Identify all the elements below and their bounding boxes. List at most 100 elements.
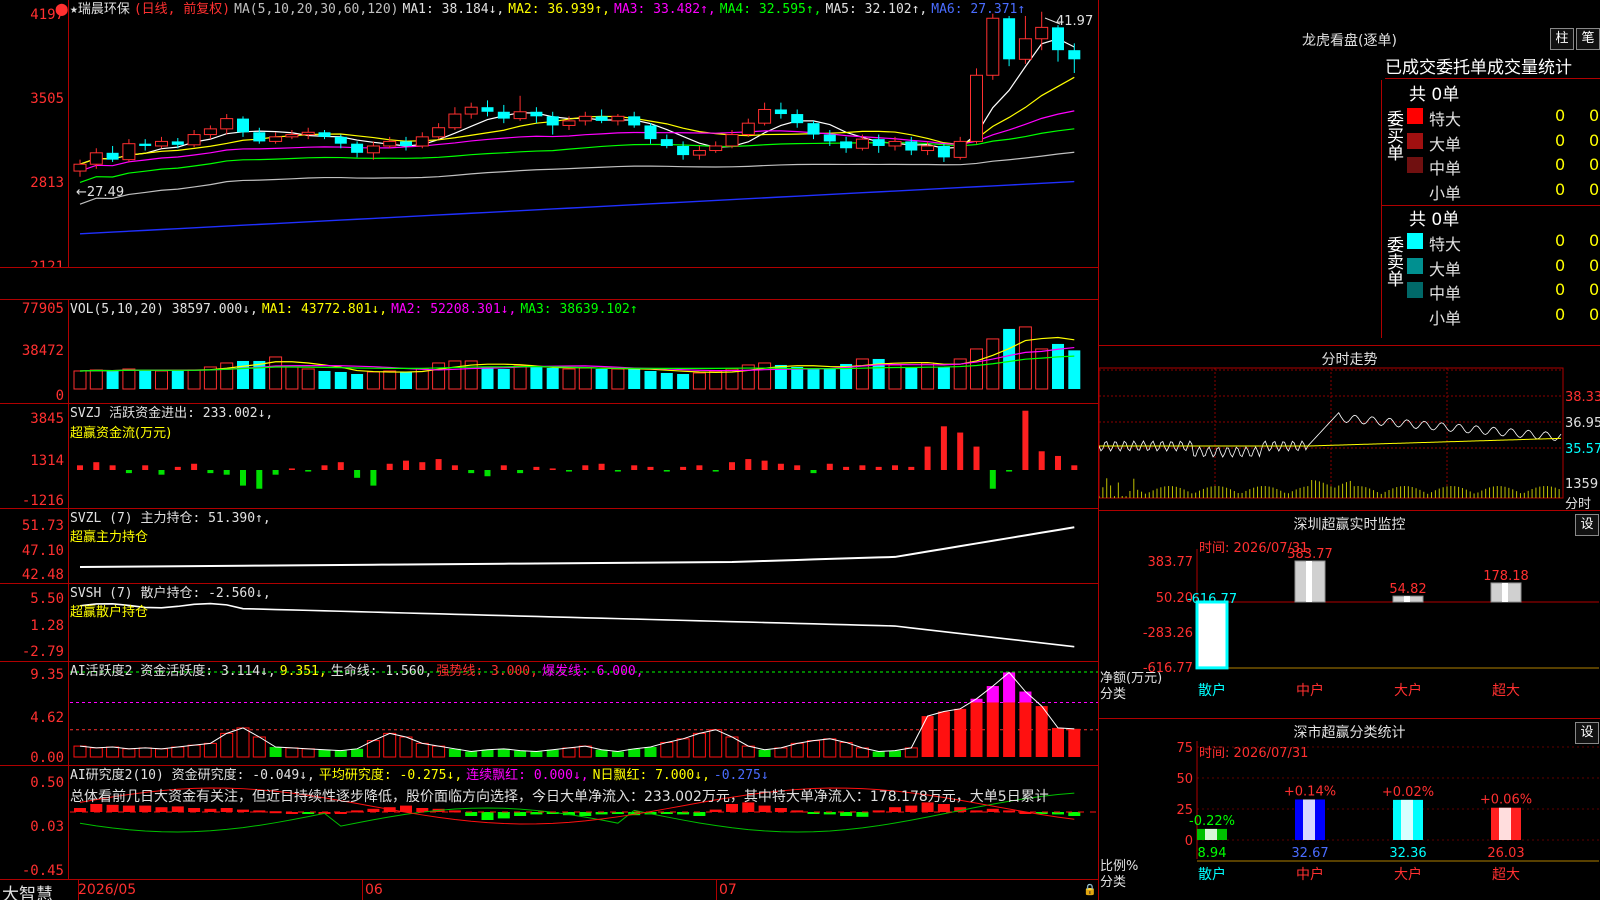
ai-life-line: 生命线: 1.560,: [331, 664, 433, 679]
ratio-bar-chart[interactable]: 7550250-0.22%8.94散户+0.14%32.67中户+0.02%32…: [1099, 719, 1600, 900]
activity-bar: [384, 733, 396, 757]
candlestick-chart[interactable]: [0, 0, 1098, 268]
net-flow-bar-chart[interactable]: 383.7750.20-283.26-616.77-616.77散户383.77…: [1099, 511, 1600, 719]
ai-research-v5: -0.275↓: [714, 768, 769, 783]
candle-body: [449, 114, 461, 128]
candle-body: [628, 116, 640, 125]
activity-bar: [188, 745, 200, 757]
volume-bar: [856, 359, 868, 389]
activity-bar: [693, 733, 705, 757]
research-bar: [759, 806, 771, 812]
activity-bar: [742, 746, 754, 757]
classify-bar-highlight: [1303, 799, 1315, 840]
flow-bar: [93, 462, 99, 470]
activity-bar: [1036, 706, 1048, 757]
sell-row: 大单 0 0%: [1405, 254, 1600, 278]
sell-row: 中单 0 0%: [1405, 278, 1600, 302]
research-bar: [775, 808, 787, 812]
activity-bar: [270, 747, 282, 757]
date-divider-2: [362, 880, 363, 900]
volume-bar: [123, 369, 135, 389]
volume-bar: [579, 368, 591, 389]
svzl-panel[interactable]: 51.73 47.10 42.48 SVZL (7) 主力持仓: 51.390↑…: [0, 509, 1098, 584]
flow-bar: [1006, 470, 1012, 472]
candle-body: [677, 146, 689, 155]
ma5-line: [80, 152, 1074, 204]
research-chart[interactable]: [0, 766, 1098, 880]
lhb-tabs[interactable]: 已成交委托单成交量统计: [1385, 53, 1600, 79]
flow-bar: [811, 470, 817, 473]
volume-bar: [400, 371, 412, 389]
research-bar: [465, 812, 477, 816]
activity-bar: [123, 749, 135, 757]
monitor-bar-label: 54.82: [1389, 582, 1426, 597]
order-count: 0: [1555, 280, 1565, 299]
classify-value: 32.36: [1389, 846, 1426, 861]
color-swatch: [1407, 133, 1423, 149]
lock-icon[interactable]: 🔒: [1083, 883, 1097, 896]
candle-body: [775, 109, 787, 114]
flow-bar: [974, 447, 980, 470]
vol-ma1: MA1: 43772.801↓,: [262, 302, 387, 317]
flow-bar: [778, 464, 784, 470]
svsh-panel[interactable]: 5.50 1.28 -2.79 SVSH (7) 散户持仓: -2.560↓, …: [0, 584, 1098, 662]
candle-body: [742, 123, 754, 134]
price-panel[interactable]: ⬤ 4197 3505 2813 2121 ★瑞晨环保 (日线, 前复权) MA(5…: [0, 0, 1098, 268]
research-bar: [156, 807, 168, 812]
chart-mode[interactable]: (日线, 前复权): [134, 2, 230, 17]
ma-params: MA(5,10,20,30,60,120): [234, 2, 398, 17]
ma1-line: [80, 39, 1074, 164]
intraday-panel[interactable]: 分时走势 38.33 36.95 35.57 1359 分时: [1098, 346, 1600, 511]
monitor-panel[interactable]: 深圳超赢实时监控 设 时间: 2026/07/31 383.77 50.20 -28…: [1098, 511, 1600, 719]
intraday-tick-2: 36.95: [1565, 416, 1600, 431]
classify-category: 散户: [1198, 866, 1226, 883]
svzl-subtitle: 超赢主力持仓: [70, 526, 148, 545]
monitor-tick: 383.77: [1148, 555, 1194, 570]
flow-bar: [142, 465, 148, 470]
date-tick-1: 2026/05: [78, 882, 136, 898]
volume-bar: [530, 367, 542, 389]
monitor-bar-highlight: [1306, 561, 1312, 602]
volume-bar: [759, 363, 771, 389]
intraday-chart[interactable]: [1099, 346, 1600, 511]
flow-bar: [859, 465, 865, 470]
activity-bar: [172, 747, 184, 757]
ai-active-panel[interactable]: 9.35 4.62 0.00 AI活跃度2 资金活跃度: 3.114↓, 9.35…: [0, 662, 1098, 766]
research-bar: [840, 812, 852, 816]
column-view-button[interactable]: 柱: [1550, 28, 1574, 50]
research-bar: [514, 812, 526, 816]
tick-view-button[interactable]: 笔: [1576, 28, 1600, 50]
activity-bar: [221, 733, 233, 757]
intraday-fen-label: 分时: [1565, 493, 1591, 512]
flow-bar: [729, 462, 735, 470]
candle-body: [840, 141, 852, 148]
volume-bar: [482, 367, 494, 389]
svzj-panel[interactable]: 3845 1314 -1216 SVZJ 活跃资金进出: 233.002↓, 超…: [0, 404, 1098, 509]
candle-body: [661, 139, 673, 146]
volume-panel[interactable]: 77905 38472 0 VOL(5,10,20) 38597.000↓, MA…: [0, 299, 1098, 404]
flow-bar: [696, 465, 702, 470]
ma2-value: MA2: 36.939↑,: [508, 2, 610, 17]
candle-body: [547, 116, 559, 125]
classify-panel[interactable]: 深市超赢分类统计 设 时间: 2026/07/31 75 50 25 0 -0.22% 8…: [1098, 719, 1600, 900]
research-bar: [482, 812, 494, 820]
date-axis-bar: 大智慧 2026/05 06 07 🔒: [0, 880, 1098, 900]
research-bar: [579, 812, 591, 816]
flow-bar: [631, 465, 637, 470]
flow-bar: [191, 464, 197, 470]
research-bar: [139, 806, 151, 812]
candle-body: [74, 164, 86, 171]
classify-delta-label: -0.22%: [1189, 814, 1235, 829]
activity-bar: [954, 709, 966, 757]
ai-research-panel[interactable]: 0.50 0.03 -0.45 AI研究度2(10) 资金研究度: -0.049…: [0, 766, 1098, 880]
flow-bar: [876, 467, 882, 470]
lhb-panel[interactable]: 龙虎看盘(逐单) 柱 笔 已成交委托单成交量统计 委买单 委卖单 共 0单 共 …: [1098, 0, 1600, 346]
flow-bar: [990, 470, 996, 489]
activity-bar: [563, 748, 575, 757]
classify-bar-highlight: [1499, 808, 1511, 840]
vol-title: VOL(5,10,20) 38597.000↓, MA1: 43772.801↓,…: [70, 302, 642, 317]
activity-bar: [677, 739, 689, 757]
price-title: ★瑞晨环保 (日线, 前复权) MA(5,10,20,30,60,120) MA1: …: [70, 2, 1029, 17]
order-count: 0: [1555, 180, 1565, 199]
ai-continuous-red: 连续飘红: 0.000↓,: [466, 768, 588, 783]
